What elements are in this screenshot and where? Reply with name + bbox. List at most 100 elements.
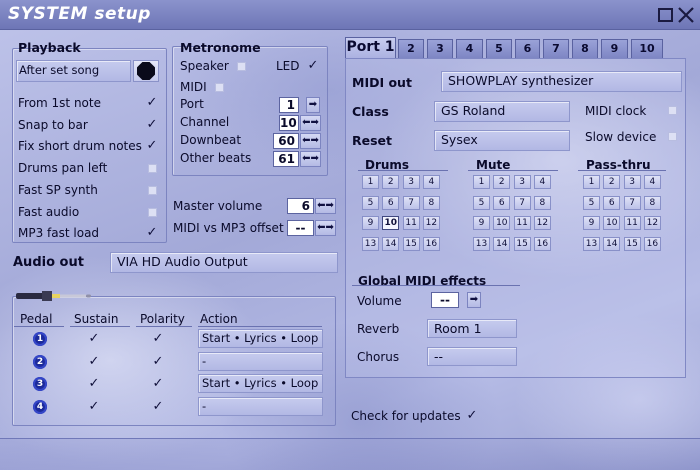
close-icon[interactable] — [677, 6, 695, 24]
playback-option-fast-audio-checkbox[interactable] — [148, 207, 157, 217]
passthru-channel-5-button[interactable]: 5 — [583, 195, 600, 210]
drums-channel-16-button[interactable]: 16 — [422, 236, 440, 251]
tab-port-8[interactable]: 8 — [572, 39, 598, 59]
passthru-channel-9-button[interactable]: 9 — [583, 216, 600, 230]
passthru-channel-15-button[interactable]: 15 — [623, 236, 641, 251]
pedal-2-action-select[interactable]: - — [198, 351, 323, 371]
drums-channel-13-button[interactable]: 13 — [362, 236, 379, 251]
passthru-channel-12-button[interactable]: 12 — [643, 216, 661, 230]
pedal-4-action-select[interactable]: - — [198, 396, 323, 416]
fx-volume-value[interactable]: -- — [431, 292, 459, 308]
tab-port-5[interactable]: 5 — [486, 39, 512, 59]
mute-channel-14-button[interactable]: 14 — [493, 236, 511, 251]
drums-channel-3-button[interactable]: 3 — [402, 175, 420, 189]
tab-port-9[interactable]: 9 — [601, 39, 628, 59]
reset-select[interactable]: Sysex — [434, 130, 570, 151]
drums-channel-14-button[interactable]: 14 — [382, 236, 400, 251]
metronome-channel-spinner[interactable]: ⬅➡ — [300, 115, 321, 131]
reverb-select[interactable]: Room 1 — [427, 319, 517, 338]
midi-out-select[interactable]: SHOWPLAY synthesizer — [441, 71, 682, 92]
tab-port-3[interactable]: 3 — [427, 39, 453, 59]
metronome-port-value[interactable]: 1 — [279, 97, 299, 113]
playback-option-fast-sp-synth-checkbox[interactable] — [148, 185, 157, 195]
midi-clock-checkbox[interactable] — [668, 106, 677, 115]
check-updates-checkbox[interactable]: ✓ — [465, 409, 479, 423]
pedal-1-polarity-checkbox[interactable]: ✓ — [151, 332, 165, 346]
playback-option-from-1st-note-checkbox[interactable]: ✓ — [145, 96, 159, 110]
after-set-song-field[interactable]: After set song — [16, 60, 131, 82]
metronome-led-checkbox[interactable]: ✓ — [306, 59, 320, 73]
playback-option-drums-pan-left-checkbox[interactable] — [148, 164, 157, 174]
passthru-channel-8-button[interactable]: 8 — [643, 195, 661, 210]
metronome-otherbeats-value[interactable]: 61 — [273, 151, 299, 167]
pedal-3-polarity-checkbox[interactable]: ✓ — [151, 377, 165, 391]
passthru-channel-7-button[interactable]: 7 — [623, 195, 641, 210]
drums-channel-7-button[interactable]: 7 — [402, 195, 420, 210]
mute-channel-16-button[interactable]: 16 — [533, 236, 551, 251]
drums-channel-9-button[interactable]: 9 — [362, 216, 379, 230]
passthru-channel-10-button[interactable]: 10 — [603, 216, 621, 230]
pedal-2-sustain-checkbox[interactable]: ✓ — [87, 354, 101, 369]
tab-port-1[interactable]: Port 1 — [345, 37, 396, 59]
metronome-speaker-checkbox[interactable] — [237, 62, 246, 71]
drums-channel-11-button[interactable]: 11 — [402, 216, 420, 230]
pedal-3-action-select[interactable]: Start • Lyrics • Loop — [198, 374, 323, 393]
metronome-downbeat-value[interactable]: 60 — [273, 133, 299, 149]
after-set-song-stop-button[interactable] — [133, 60, 159, 82]
mute-channel-1-button[interactable]: 1 — [473, 175, 490, 189]
tab-port-2[interactable]: 2 — [398, 39, 424, 59]
pedal-1-sustain-checkbox[interactable]: ✓ — [87, 332, 101, 346]
mute-channel-3-button[interactable]: 3 — [513, 175, 531, 189]
pedal-3-sustain-checkbox[interactable]: ✓ — [87, 377, 101, 391]
pedal-2-polarity-checkbox[interactable]: ✓ — [151, 354, 165, 369]
mute-channel-6-button[interactable]: 6 — [493, 195, 511, 210]
passthru-channel-2-button[interactable]: 2 — [603, 175, 621, 189]
mute-channel-7-button[interactable]: 7 — [513, 195, 531, 210]
metronome-downbeat-spinner[interactable]: ⬅➡ — [300, 133, 321, 149]
midi-mp3-offset-spinner[interactable]: ⬅➡ — [315, 220, 336, 236]
tab-port-10[interactable]: 10 — [631, 39, 663, 59]
passthru-channel-3-button[interactable]: 3 — [623, 175, 641, 189]
mute-channel-10-button[interactable]: 10 — [493, 216, 511, 230]
mute-channel-5-button[interactable]: 5 — [473, 195, 490, 210]
mute-channel-4-button[interactable]: 4 — [533, 175, 551, 189]
drums-channel-1-button[interactable]: 1 — [362, 175, 379, 189]
passthru-channel-11-button[interactable]: 11 — [623, 216, 641, 230]
metronome-port-arrow[interactable]: ➡ — [306, 97, 320, 113]
passthru-channel-4-button[interactable]: 4 — [643, 175, 661, 189]
pedal-4-sustain-checkbox[interactable]: ✓ — [87, 399, 101, 414]
pedal-4-polarity-checkbox[interactable]: ✓ — [151, 399, 165, 414]
drums-channel-6-button[interactable]: 6 — [382, 195, 400, 210]
mute-channel-13-button[interactable]: 13 — [473, 236, 490, 251]
playback-option-fix-short-drum-notes-checkbox[interactable]: ✓ — [145, 139, 159, 153]
midi-mp3-offset-value[interactable]: -- — [287, 220, 314, 236]
mute-channel-2-button[interactable]: 2 — [493, 175, 511, 189]
mute-channel-8-button[interactable]: 8 — [533, 195, 551, 210]
mute-channel-15-button[interactable]: 15 — [513, 236, 531, 251]
passthru-channel-1-button[interactable]: 1 — [583, 175, 600, 189]
passthru-channel-6-button[interactable]: 6 — [603, 195, 621, 210]
playback-option-mp3-fast-load-checkbox[interactable]: ✓ — [145, 226, 159, 240]
mute-channel-11-button[interactable]: 11 — [513, 216, 531, 230]
drums-channel-10-button[interactable]: 10 — [382, 216, 400, 230]
fx-volume-arrow[interactable]: ➡ — [467, 292, 481, 308]
passthru-channel-16-button[interactable]: 16 — [643, 236, 661, 251]
passthru-channel-13-button[interactable]: 13 — [583, 236, 600, 251]
slow-device-checkbox[interactable] — [668, 132, 677, 141]
class-select[interactable]: GS Roland — [434, 101, 570, 122]
master-volume-spinner[interactable]: ⬅➡ — [315, 198, 336, 214]
mute-channel-9-button[interactable]: 9 — [473, 216, 490, 230]
master-volume-value[interactable]: 6 — [287, 198, 314, 214]
tab-port-7[interactable]: 7 — [543, 39, 569, 59]
drums-channel-12-button[interactable]: 12 — [422, 216, 440, 230]
metronome-channel-value[interactable]: 10 — [279, 115, 299, 131]
metronome-otherbeats-spinner[interactable]: ⬅➡ — [300, 151, 321, 167]
maximize-icon[interactable] — [657, 6, 675, 24]
tab-port-6[interactable]: 6 — [515, 39, 540, 59]
drums-channel-5-button[interactable]: 5 — [362, 195, 379, 210]
tab-port-4[interactable]: 4 — [456, 39, 483, 59]
metronome-midi-checkbox[interactable] — [215, 83, 224, 92]
drums-channel-15-button[interactable]: 15 — [402, 236, 420, 251]
chorus-select[interactable]: -- — [427, 347, 517, 366]
drums-channel-4-button[interactable]: 4 — [422, 175, 440, 189]
